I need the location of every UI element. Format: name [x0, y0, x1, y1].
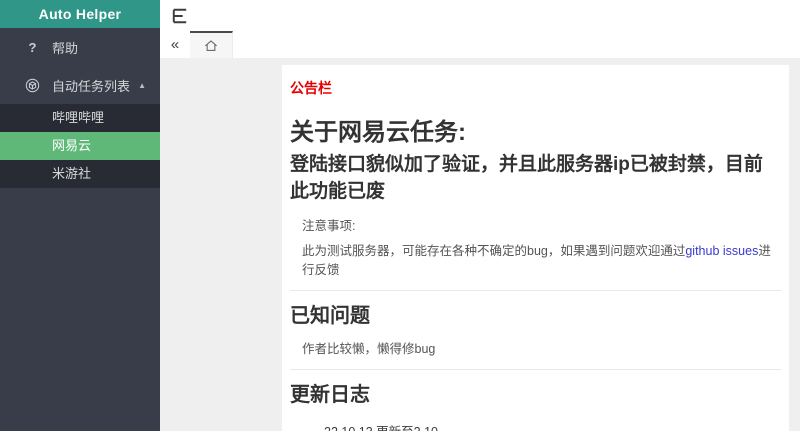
divider — [290, 369, 781, 370]
collapse-tabs-icon[interactable]: « — [160, 31, 190, 58]
changelog-list: 22.10.13 更新至2.1022.3.21 修复bili任务添加页面，每日任… — [290, 421, 781, 431]
sidebar-item-label: 帮助 — [52, 40, 79, 56]
collapse-sidebar-icon[interactable] — [170, 6, 190, 25]
announcement-panel: 公告栏 关于网易云任务: 登陆接口貌似加了验证，并且此服务器ip已被封禁，目前此… — [282, 65, 789, 431]
caret-up-icon: ▲ — [138, 80, 146, 90]
note-line: 此为测试服务器，可能存在各种不确定的bug，如果遇到问题欢迎通过github i… — [302, 244, 771, 277]
changelog-item: 22.10.13 更新至2.10 — [324, 421, 781, 431]
app-logo: Auto Helper — [0, 0, 160, 28]
changelog-title: 更新日志 — [290, 384, 370, 406]
sidebar-submenu: 哔哩哔哩 网易云 米游社 — [0, 104, 160, 188]
sidebar-item-label: 自动任务列表 — [52, 78, 131, 94]
announcement-badge: 公告栏 — [290, 80, 332, 96]
github-issues-link[interactable]: github issues — [685, 244, 758, 258]
announcement-title: 关于网易云任务: — [290, 119, 466, 146]
known-issues-title: 已知问题 — [290, 305, 370, 327]
sidebar-item-help[interactable]: ? 帮助 — [0, 28, 160, 66]
home-icon — [205, 40, 217, 51]
topbar — [160, 0, 800, 31]
known-issues-body: 作者比较懒，懒得修bug — [302, 342, 436, 356]
tab-home[interactable] — [190, 31, 233, 58]
sidebar-item-auto-tasks[interactable]: 自动任务列表 ▲ — [0, 66, 160, 104]
main-content: 公告栏 关于网易云任务: 登陆接口貌似加了验证，并且此服务器ip已被封禁，目前此… — [160, 58, 800, 431]
sidebar-item-netease[interactable]: 网易云 — [0, 132, 160, 160]
app-window: Auto Helper ? 帮助 自动任务列表 ▲ 哔哩哔哩 网易云 米游社 «… — [0, 0, 800, 431]
note-line: 注意事项: — [302, 219, 356, 233]
sidebar: Auto Helper ? 帮助 自动任务列表 ▲ 哔哩哔哩 网易云 米游社 — [0, 0, 160, 431]
announcement-subtitle: 登陆接口貌似加了验证，并且此服务器ip已被封禁，目前此功能已废 — [290, 154, 763, 202]
app-cube-icon — [24, 78, 41, 93]
divider — [290, 290, 781, 291]
sidebar-item-miyoushe[interactable]: 米游社 — [0, 160, 160, 188]
sidebar-item-bilibili[interactable]: 哔哩哔哩 — [0, 104, 160, 132]
tab-bar: « — [160, 31, 800, 59]
question-icon: ? — [28, 39, 37, 55]
